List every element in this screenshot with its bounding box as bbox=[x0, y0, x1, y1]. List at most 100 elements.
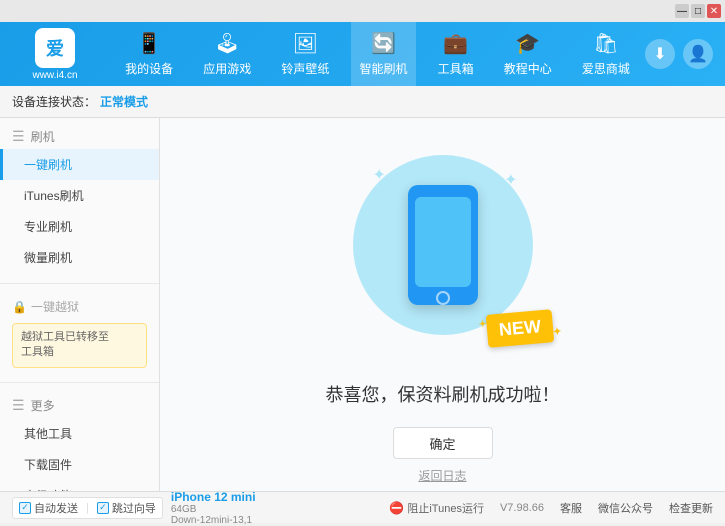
bottom-right: ⛔ 阻止iTunes运行 V7.98.66 客服 微信公众号 检查更新 bbox=[389, 500, 713, 516]
ringtones-icon: 🖼 bbox=[293, 31, 318, 56]
check-update-link[interactable]: 检查更新 bbox=[669, 500, 713, 516]
back-link[interactable]: 返回日志 bbox=[418, 467, 466, 484]
auto-send-check-icon bbox=[19, 502, 31, 514]
more-section-title: ☰ 更多 bbox=[0, 393, 159, 418]
success-message: 恭喜您，保资料刷机成功啦！ bbox=[326, 381, 560, 407]
sidebar-item-downgrade-flash[interactable]: 微量刷机 bbox=[0, 242, 159, 273]
stop-itunes-button[interactable]: ⛔ 阻止iTunes运行 bbox=[389, 500, 484, 516]
sidebar-item-other-tools[interactable]: 其他工具 bbox=[0, 418, 159, 449]
maximize-button[interactable]: □ bbox=[691, 4, 705, 18]
more-section-icon: ☰ bbox=[12, 397, 25, 414]
download-button[interactable]: ⬇ bbox=[645, 39, 675, 69]
confirm-button[interactable]: 确定 bbox=[393, 427, 493, 459]
status-value: 正常模式 bbox=[100, 93, 148, 110]
skip-wizard-label: 跳过向导 bbox=[112, 500, 156, 516]
download-firmware-label: 下载固件 bbox=[24, 458, 72, 472]
more-section: ☰ 更多 其他工具 下载固件 高级功能 bbox=[0, 387, 159, 491]
itunes-flash-label: iTunes刷机 bbox=[24, 189, 84, 203]
header-actions: ⬇ 👤 bbox=[645, 39, 725, 69]
nav-item-smart-flash[interactable]: 🔄 智能刷机 bbox=[351, 22, 415, 86]
phone-illustration: ✦ ✦ NEW bbox=[343, 125, 543, 365]
nav-item-apps-games[interactable]: 🕹 应用游戏 bbox=[195, 22, 259, 86]
nav-item-tutorials[interactable]: 🎓 教程中心 bbox=[496, 22, 560, 86]
close-button[interactable]: ✕ bbox=[707, 4, 721, 18]
nav-item-toolbox[interactable]: 💼 工具箱 bbox=[430, 22, 482, 86]
phone-circle-bg: ✦ ✦ bbox=[353, 155, 533, 335]
sidebar: ☰ 刷机 一键刷机 iTunes刷机 专业刷机 微量刷机 🔒 一键越狱 bbox=[0, 118, 160, 491]
sidebar-item-itunes-flash[interactable]: iTunes刷机 bbox=[0, 180, 159, 211]
my-device-icon: 📱 bbox=[137, 31, 162, 56]
flash-section-title: ☰ 刷机 bbox=[0, 124, 159, 149]
logo-url: www.i4.cn bbox=[32, 70, 77, 81]
minimize-button[interactable]: — bbox=[675, 4, 689, 18]
user-button[interactable]: 👤 bbox=[683, 39, 713, 69]
other-tools-label: 其他工具 bbox=[24, 427, 72, 441]
jailbreak-label: 一键越狱 bbox=[31, 298, 79, 315]
status-bar: 设备连接状态： 正常模式 bbox=[0, 86, 725, 118]
mall-icon: 🛍 bbox=[593, 31, 618, 56]
jailbreak-notice: 越狱工具已转移至工具箱 bbox=[12, 323, 147, 368]
phone-home-button bbox=[436, 291, 450, 305]
flash-section-label: 刷机 bbox=[31, 128, 55, 145]
header: 爱 www.i4.cn 📱 我的设备 🕹 应用游戏 🖼 铃声壁纸 🔄 智能刷机 … bbox=[0, 22, 725, 86]
tutorials-icon: 🎓 bbox=[515, 31, 540, 56]
device-storage: 64GB bbox=[171, 504, 256, 515]
device-name: iPhone 12 mini bbox=[171, 490, 256, 504]
phone-screen bbox=[415, 197, 471, 287]
sparkle-icon-1: ✦ bbox=[373, 165, 386, 185]
version-text: V7.98.66 bbox=[500, 502, 544, 514]
logo-icon: 爱 bbox=[35, 28, 75, 68]
logo[interactable]: 爱 www.i4.cn bbox=[0, 28, 110, 81]
flash-section: ☰ 刷机 一键刷机 iTunes刷机 专业刷机 微量刷机 bbox=[0, 118, 159, 279]
sidebar-item-one-click-flash[interactable]: 一键刷机 bbox=[0, 149, 159, 180]
jailbreak-section: 🔒 一键越狱 越狱工具已转移至工具箱 bbox=[0, 288, 159, 378]
nav-label-apps-games: 应用游戏 bbox=[203, 60, 251, 77]
smart-flash-icon: 🔄 bbox=[371, 31, 396, 56]
divider-2 bbox=[0, 382, 159, 383]
pro-flash-label: 专业刷机 bbox=[24, 220, 72, 234]
nav-label-smart-flash: 智能刷机 bbox=[359, 60, 407, 77]
itunes-icon: ⛔ bbox=[389, 501, 404, 515]
customer-service-link[interactable]: 客服 bbox=[560, 500, 582, 516]
phone-device bbox=[408, 185, 478, 305]
flash-section-icon: ☰ bbox=[12, 128, 25, 145]
toolbox-icon: 💼 bbox=[443, 31, 468, 56]
skip-wizard-check-icon bbox=[97, 502, 109, 514]
bottom-left: 自动发送 | 跳过向导 iPhone 12 mini 64GB Down-12m… bbox=[12, 490, 389, 526]
skip-wizard-checkbox[interactable]: 跳过向导 bbox=[97, 500, 156, 516]
device-info: iPhone 12 mini 64GB Down-12mini-13,1 bbox=[171, 490, 256, 526]
status-label: 设备连接状态： bbox=[12, 93, 96, 110]
nav-label-my-device: 我的设备 bbox=[125, 60, 173, 77]
main-content: ☰ 刷机 一键刷机 iTunes刷机 专业刷机 微量刷机 🔒 一键越狱 bbox=[0, 118, 725, 491]
auto-send-label: 自动发送 bbox=[34, 500, 78, 516]
checkbox-group: 自动发送 | 跳过向导 bbox=[12, 497, 163, 519]
sparkle-icon-2: ✦ bbox=[504, 170, 517, 190]
sidebar-item-download-firmware[interactable]: 下载固件 bbox=[0, 449, 159, 480]
content-area: ✦ ✦ NEW 恭喜您，保资料刷机成功啦！ 确定 返回日志 bbox=[160, 118, 725, 491]
divider-1 bbox=[0, 283, 159, 284]
nav-bar: 📱 我的设备 🕹 应用游戏 🖼 铃声壁纸 🔄 智能刷机 💼 工具箱 🎓 教程中心… bbox=[110, 22, 645, 86]
apps-games-icon: 🕹 bbox=[215, 31, 240, 56]
downgrade-flash-label: 微量刷机 bbox=[24, 251, 72, 265]
new-badge: NEW bbox=[485, 309, 554, 348]
auto-send-checkbox[interactable]: 自动发送 bbox=[19, 500, 78, 516]
nav-item-mall[interactable]: 🛍 爱思商城 bbox=[574, 22, 638, 86]
sidebar-item-pro-flash[interactable]: 专业刷机 bbox=[0, 211, 159, 242]
wechat-public-link[interactable]: 微信公众号 bbox=[598, 500, 653, 516]
nav-item-my-device[interactable]: 📱 我的设备 bbox=[117, 22, 181, 86]
jailbreak-notice-text: 越狱工具已转移至工具箱 bbox=[21, 331, 109, 358]
nav-item-ringtones[interactable]: 🖼 铃声壁纸 bbox=[273, 22, 337, 86]
bottom-bar: 自动发送 | 跳过向导 iPhone 12 mini 64GB Down-12m… bbox=[0, 491, 725, 523]
lock-icon: 🔒 bbox=[12, 300, 27, 314]
nav-label-ringtones: 铃声壁纸 bbox=[281, 60, 329, 77]
nav-label-tutorials: 教程中心 bbox=[504, 60, 552, 77]
user-icon: 👤 bbox=[688, 44, 708, 64]
one-click-flash-label: 一键刷机 bbox=[24, 158, 72, 172]
device-model: Down-12mini-13,1 bbox=[171, 515, 256, 526]
jailbreak-section-title: 🔒 一键越狱 bbox=[0, 294, 159, 319]
more-label: 更多 bbox=[31, 397, 55, 414]
stop-itunes-label: 阻止iTunes运行 bbox=[407, 500, 484, 516]
logo-text-icon: 爱 bbox=[46, 35, 64, 61]
download-icon: ⬇ bbox=[653, 44, 666, 64]
nav-label-mall: 爱思商城 bbox=[582, 60, 630, 77]
